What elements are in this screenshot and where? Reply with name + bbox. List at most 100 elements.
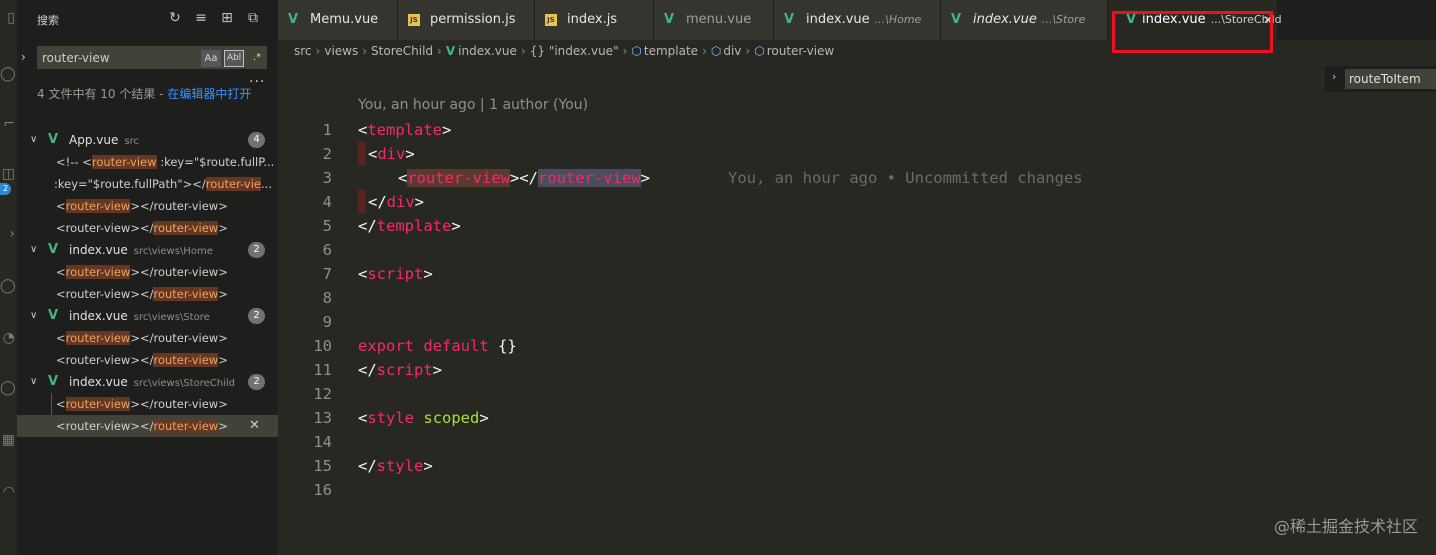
git-blame-inline: You, an hour ago • Uncommitted changes [728, 169, 1083, 187]
vue-file-icon: V [48, 374, 59, 389]
match-count-badge: 2 [248, 374, 265, 390]
match-item[interactable]: <router-view></router-view> [17, 261, 278, 283]
toggle-search-details-button[interactable]: ... [249, 70, 265, 86]
file-path: src\views\Store [133, 312, 210, 323]
match-item[interactable]: <router-view></router-view> [17, 327, 278, 349]
breadcrumb-module[interactable]: "index.vue" [549, 44, 619, 58]
open-in-editor-link[interactable]: 在编辑器中打开 [167, 87, 251, 101]
match-item[interactable]: <!-- <router-view :key="$route.fullP... [17, 151, 278, 173]
tab-index-js[interactable]: JS index.js [535, 0, 654, 40]
panel-icon[interactable]: ▦ [0, 432, 17, 454]
git-blame-codelens[interactable]: You, an hour ago | 1 author (You) [358, 97, 588, 113]
line-number: 11 [313, 361, 332, 379]
file-path: src\views\Home [133, 246, 213, 257]
tab-memu-vue[interactable]: V Memu.vue [278, 0, 398, 40]
match-whole-word-toggle[interactable]: Abl [224, 50, 244, 67]
file-name: index.vue src\views\Home [69, 243, 213, 257]
tab-permission-js[interactable]: JS permission.js [398, 0, 535, 40]
breadcrumb-template[interactable]: template [644, 44, 698, 58]
match-count-badge: 2 [248, 308, 265, 324]
breadcrumb-views[interactable]: views [324, 44, 358, 58]
remote-icon[interactable]: ◯ [0, 278, 17, 300]
js-file-icon: JS [545, 14, 557, 26]
code-line: </script> [358, 361, 443, 379]
vue-file-icon: V [288, 12, 299, 27]
match-item[interactable]: <router-view></router-view> [17, 393, 278, 415]
line-number: 13 [313, 409, 332, 427]
match-item[interactable]: <router-view></router-view> [17, 349, 278, 371]
line-number: 10 [313, 337, 332, 355]
result-file-store-index-vue[interactable]: ∨ V index.vue src\views\Store 2 [17, 305, 278, 327]
collapse-all-icon[interactable]: ⧉ [245, 10, 261, 26]
bracket-pair-marker [358, 190, 366, 214]
vue-file-icon: V [48, 242, 59, 257]
code-line: <template> [358, 121, 452, 139]
line-number: 16 [313, 481, 332, 499]
tab-store-index-vue[interactable]: V index.vue ...\Store [941, 0, 1108, 40]
line-number: 7 [322, 265, 332, 283]
dismiss-icon[interactable]: ✕ [249, 415, 260, 437]
element-icon: ⬡ [710, 44, 722, 58]
clear-results-icon[interactable]: ≡ [193, 10, 209, 26]
vue-file-icon: V [48, 308, 59, 323]
search-sidebar: 搜索 ↻ ≡ ⊞ ⧉ › Aa Abl .* ... 4 文件中有 10 个结果… [17, 0, 278, 555]
annotation-highlight-box [1112, 11, 1273, 53]
breadcrumb-src[interactable]: src [294, 44, 312, 58]
code-line: </style> [358, 457, 433, 475]
chevron-right-icon: › [1332, 70, 1337, 83]
explorer-icon[interactable]: ▯ [0, 10, 17, 32]
new-search-editor-icon[interactable]: ⊞ [219, 10, 235, 26]
chevron-down-icon: ∨ [30, 244, 38, 255]
match-item[interactable]: :key="$route.fullPath"></router-vie... [17, 173, 278, 195]
match-case-toggle[interactable]: Aa [201, 50, 221, 67]
line-number: 12 [313, 385, 332, 403]
braces-icon: {} [529, 44, 545, 58]
code-line: </template> [358, 217, 461, 235]
result-file-app-vue[interactable]: ∨ V App.vue src 4 [17, 129, 278, 151]
chevron-down-icon: ∨ [30, 376, 38, 387]
match-item[interactable]: <router-view></router-view> [17, 283, 278, 305]
line-number: 2 [322, 145, 332, 163]
tab-home-index-vue[interactable]: V index.vue ...\Home [774, 0, 941, 40]
search-input[interactable] [42, 49, 198, 67]
line-number: 6 [322, 241, 332, 259]
search-box: Aa Abl .* [37, 46, 267, 69]
breadcrumb-storechild[interactable]: StoreChild [371, 44, 433, 58]
watermark: @稀土掘金技术社区 [1273, 517, 1418, 536]
outline-sticky[interactable]: › routeToItem [1325, 66, 1436, 92]
editor-area: V Memu.vue JS permission.js JS index.js … [278, 0, 1436, 555]
chevron-down-icon: ∨ [30, 134, 38, 145]
breadcrumb-file[interactable]: index.vue [458, 44, 517, 58]
sidebar-title: 搜索 [37, 14, 59, 27]
line-number: 15 [313, 457, 332, 475]
tab-menu-vue[interactable]: V menu.vue [654, 0, 774, 40]
vue-file-icon: V [445, 44, 456, 58]
line-number: 5 [322, 217, 332, 235]
match-item[interactable]: <router-view></router-view> [17, 217, 278, 239]
search-icon[interactable]: ◯ [0, 66, 17, 88]
code-line: <style scoped> [358, 409, 489, 427]
git-graph-icon[interactable]: ◔ [0, 330, 17, 352]
result-file-home-index-vue[interactable]: ∨ V index.vue src\views\Home 2 [17, 239, 278, 261]
outline-item: routeToItem [1345, 69, 1436, 89]
js-file-icon: JS [408, 14, 420, 26]
refresh-icon[interactable]: ↻ [167, 10, 183, 26]
file-name: index.vue src\views\Store [69, 309, 210, 323]
result-file-storechild-index-vue[interactable]: ∨ V index.vue src\views\StoreChild 2 [17, 371, 278, 393]
line-number: 3 [322, 169, 332, 187]
breadcrumb-router-view[interactable]: router-view [767, 44, 835, 58]
chevron-down-icon: ∨ [30, 310, 38, 321]
vue-file-icon: V [48, 132, 59, 147]
match-item-selected[interactable]: <router-view></router-view> ✕ [17, 415, 278, 437]
code-line: <div> [368, 145, 415, 163]
bracket-pair-marker [358, 142, 366, 166]
timeline-icon[interactable]: ◯ [0, 380, 17, 402]
source-control-icon[interactable]: ⌐ [0, 116, 17, 138]
accounts-icon[interactable]: ◠ [0, 484, 17, 506]
code-line: export default {} [358, 337, 517, 355]
run-icon[interactable]: › [0, 226, 17, 248]
toggle-replace-chevron-icon[interactable]: › [21, 50, 26, 64]
breadcrumb-div[interactable]: div [723, 44, 741, 58]
use-regex-toggle[interactable]: .* [248, 50, 266, 67]
match-item[interactable]: <router-view></router-view> [17, 195, 278, 217]
